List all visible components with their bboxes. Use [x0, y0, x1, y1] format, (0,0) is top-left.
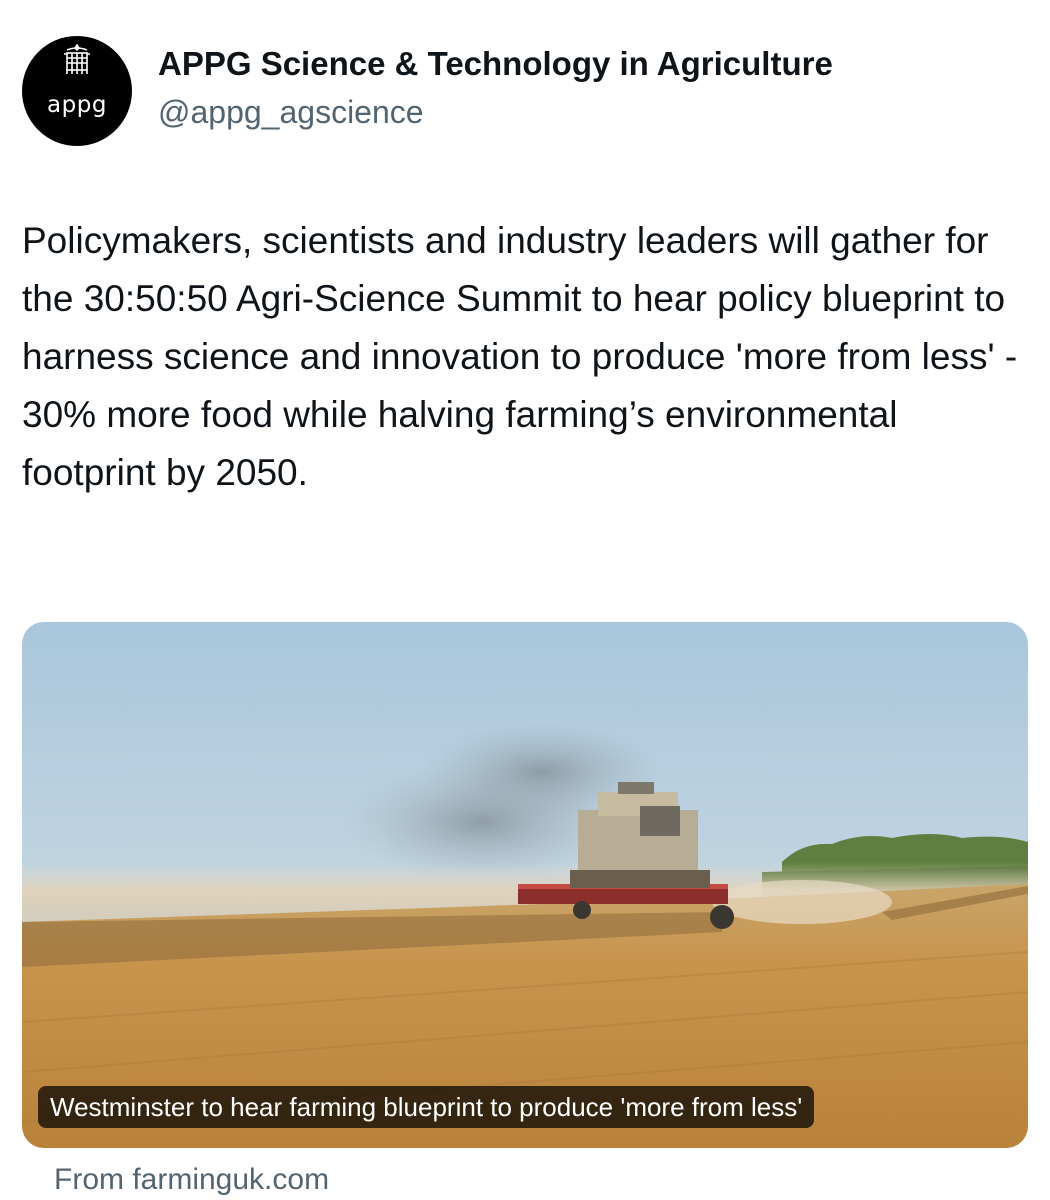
author-handle[interactable]: @appg_agscience: [158, 92, 833, 132]
link-card-source[interactable]: From farminguk.com: [54, 1160, 329, 1200]
link-card-image: [22, 622, 1028, 1148]
avatar-text: appg: [47, 92, 107, 118]
link-card[interactable]: Westminster to hear farming blueprint to…: [22, 622, 1028, 1148]
avatar[interactable]: appg: [22, 36, 132, 146]
link-card-caption: Westminster to hear farming blueprint to…: [38, 1086, 815, 1128]
tweet-header: appg APPG Science & Technology in Agricu…: [22, 36, 1022, 146]
author-display-name[interactable]: APPG Science & Technology in Agriculture: [158, 44, 833, 84]
tweet-text: Policymakers, scientists and industry le…: [22, 220, 1018, 493]
portcullis-icon: [64, 44, 90, 74]
author-names: APPG Science & Technology in Agriculture…: [158, 44, 833, 132]
